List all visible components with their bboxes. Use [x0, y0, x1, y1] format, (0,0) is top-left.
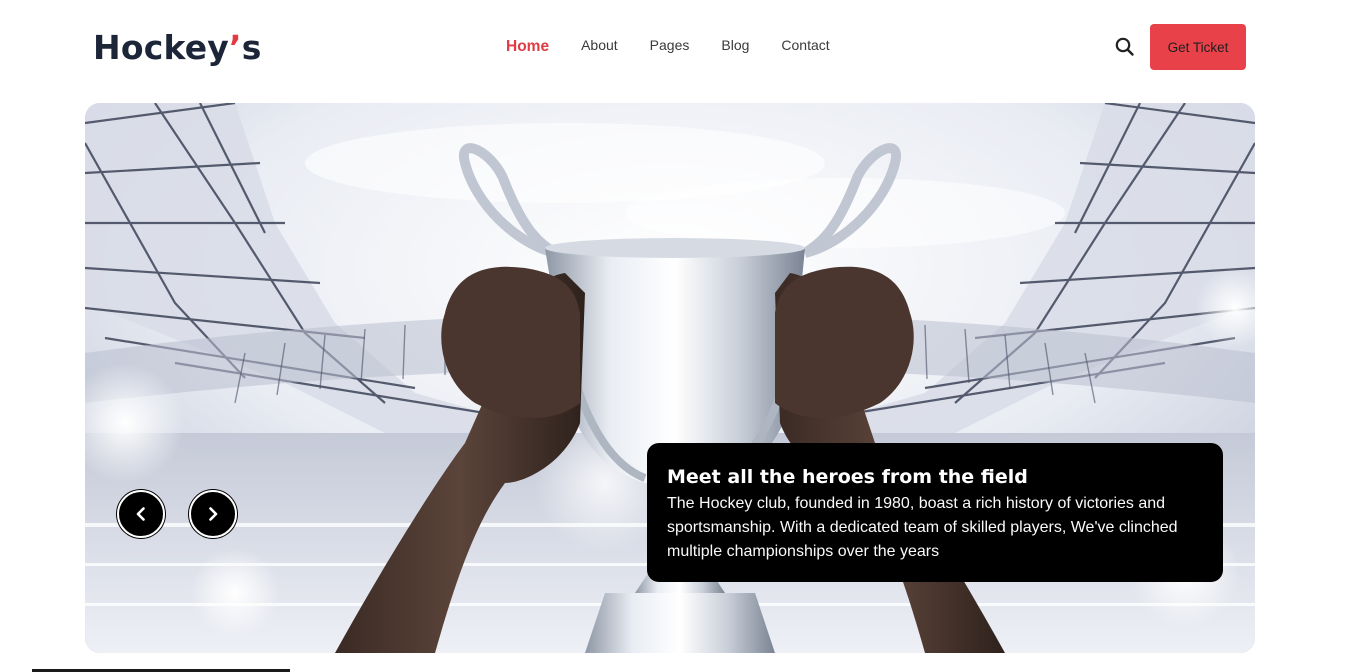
main-nav: Home About Pages Blog Contact	[490, 30, 846, 60]
site-logo[interactable]: Hockey’s	[93, 28, 262, 68]
get-ticket-button[interactable]: Get Ticket	[1150, 24, 1246, 70]
hero-slider: Meet all the heroes from the field The H…	[85, 103, 1255, 653]
nav-link-about[interactable]: About	[565, 30, 634, 60]
slider-next-button[interactable]	[189, 490, 237, 538]
caption-text: The Hockey club, founded in 1980, boast …	[667, 495, 1178, 560]
chevron-left-icon	[136, 507, 145, 521]
logo-apostrophe: ’	[229, 28, 242, 67]
nav-link-pages[interactable]: Pages	[634, 30, 706, 60]
site-header: Hockey’s Home About Pages Blog Contact G…	[0, 0, 1346, 95]
caption-title: Meet all the heroes from the field	[667, 466, 1028, 488]
logo-suffix: s	[241, 28, 262, 67]
nav-link-contact[interactable]: Contact	[765, 30, 845, 60]
nav-link-home[interactable]: Home	[490, 32, 565, 62]
chevron-right-icon	[209, 507, 218, 521]
logo-text: Hockey	[93, 28, 230, 67]
slide-caption: Meet all the heroes from the field The H…	[647, 443, 1223, 582]
search-icon[interactable]	[1112, 34, 1138, 60]
nav-link-blog[interactable]: Blog	[705, 30, 765, 60]
slider-prev-button[interactable]	[117, 490, 165, 538]
